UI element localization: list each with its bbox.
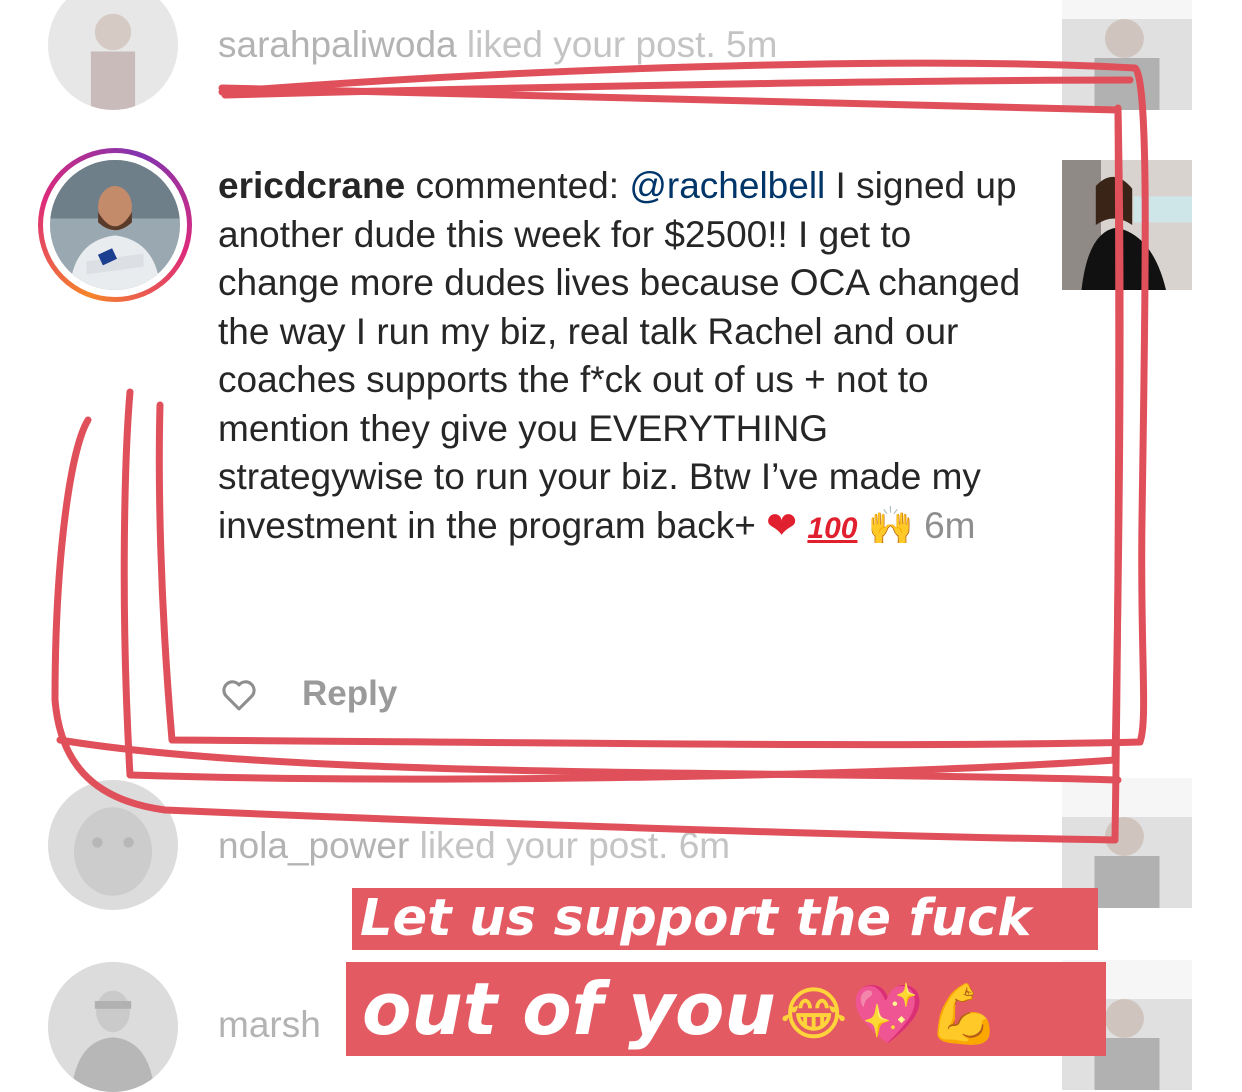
comment-timestamp: 6m — [913, 504, 976, 546]
comment-action: commented: — [405, 165, 630, 206]
avatar-nola-power[interactable] — [48, 780, 178, 910]
notification-text: liked your post. — [456, 24, 716, 65]
timestamp: 6m — [668, 825, 731, 866]
overlay-caption-line-1: Let us support the fuck — [352, 888, 1098, 950]
notification-sarahpaliwoda: sarahpaliwoda liked your post. 5m — [218, 24, 777, 66]
like-heart-icon[interactable] — [220, 678, 258, 712]
raised-hands-icon: 🙌 — [867, 504, 914, 546]
timestamp: 5m — [715, 24, 778, 65]
username[interactable]: marsh — [218, 1004, 321, 1045]
avatar-sarahpaliwoda[interactable] — [48, 0, 178, 110]
overlay-caption-text: out of you — [362, 967, 776, 1051]
username[interactable]: sarahpaliwoda — [218, 24, 457, 65]
comment-body: ericdcrane commented: @rachelbell I sign… — [218, 162, 1038, 553]
mention-link[interactable]: @rachelbell — [629, 165, 825, 206]
overlay-caption-line-2: out of you😂💖💪 — [346, 962, 1106, 1056]
avatar-ericdcrane[interactable] — [50, 160, 180, 290]
notification-marsh: marsh — [218, 1004, 321, 1046]
sparkling-heart-icon: 💖 — [851, 980, 924, 1048]
post-thumbnail[interactable] — [1062, 0, 1192, 110]
hundred-points-icon: 100 — [807, 511, 858, 545]
notification-nola-power: nola_power liked your post. 6m — [218, 825, 730, 867]
laughing-face-icon: 😂 — [779, 980, 848, 1048]
reply-button[interactable]: Reply — [302, 674, 397, 714]
username-ericdcrane[interactable]: ericdcrane — [218, 165, 405, 206]
comment-text: I signed up another dude this week for $… — [218, 165, 1021, 546]
story-ring[interactable] — [38, 148, 192, 302]
flexed-biceps-icon: 💪 — [927, 980, 1000, 1048]
username[interactable]: nola_power — [218, 825, 409, 866]
red-heart-icon: ❤ — [766, 504, 798, 546]
notification-text: liked your post. — [409, 825, 669, 866]
post-thumbnail-commented[interactable] — [1062, 160, 1192, 290]
avatar-marsh[interactable] — [48, 962, 178, 1092]
